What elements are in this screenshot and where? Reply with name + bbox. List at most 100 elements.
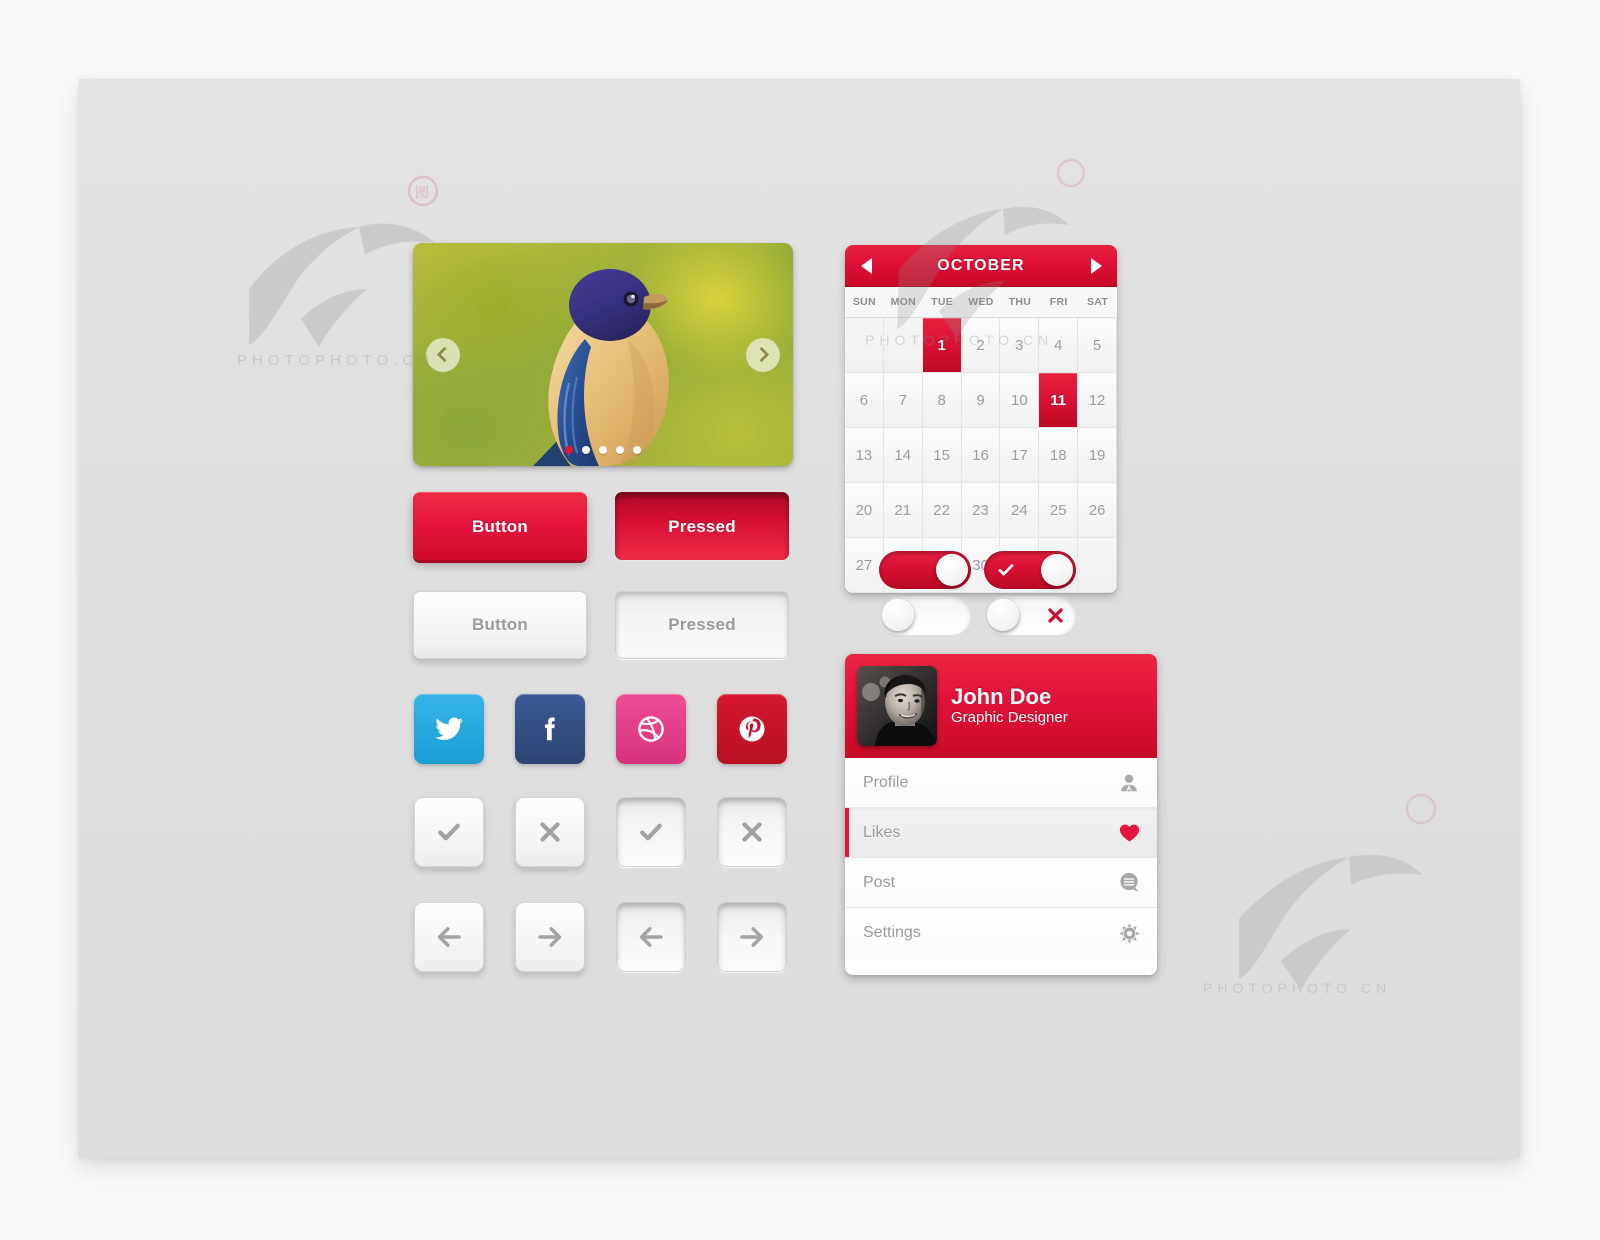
calendar-day[interactable]: 23 [961, 483, 1001, 538]
arrow-right-button-normal[interactable] [515, 902, 585, 972]
calendar-day[interactable]: 10 [1000, 373, 1040, 428]
social-button-dribbble[interactable] [616, 694, 686, 764]
menu-item-likes[interactable]: Likes [845, 808, 1157, 858]
menu-item-label: Profile [863, 773, 909, 791]
arrow-left-icon [437, 927, 461, 947]
menu-item-profile[interactable]: Profile [845, 758, 1157, 808]
toggle-on-plain[interactable] [879, 551, 971, 589]
carousel-dot[interactable] [599, 446, 607, 454]
calendar-day[interactable]: 14 [883, 428, 923, 483]
social-button-pinterest[interactable] [717, 694, 787, 764]
carousel-dots[interactable] [565, 446, 641, 454]
chevron-right-icon [753, 346, 770, 363]
image-carousel[interactable] [413, 243, 793, 466]
toggle-on-check[interactable] [984, 551, 1076, 589]
calendar-day[interactable]: 13 [845, 428, 884, 483]
calendar-day[interactable]: 7 [883, 373, 923, 428]
check-icon [640, 823, 662, 841]
arrow-left-button-normal[interactable] [414, 902, 484, 972]
calendar-next-button[interactable] [1083, 253, 1109, 279]
calendar-day[interactable]: 2 [961, 318, 1001, 373]
pinterest-icon [739, 716, 765, 742]
calendar-day[interactable]: 8 [922, 373, 962, 428]
carousel-dot[interactable] [565, 446, 573, 454]
calendar-month-label: OCTOBER [937, 256, 1025, 274]
check-button-normal[interactable] [414, 797, 484, 867]
carousel-next-button[interactable] [746, 337, 780, 372]
user-icon [1117, 771, 1141, 795]
check-button-pressed[interactable] [616, 797, 686, 867]
svg-text:图: 图 [415, 186, 429, 201]
calendar-day[interactable]: 19 [1078, 428, 1117, 483]
calendar-day[interactable]: 5 [1078, 318, 1117, 373]
calendar-day[interactable]: 6 [845, 373, 884, 428]
calendar-day-name: MON [890, 296, 916, 308]
calendar-day[interactable]: 24 [1000, 483, 1040, 538]
profile-role: Graphic Designer [951, 708, 1068, 726]
calendar-day[interactable]: 3 [1000, 318, 1040, 373]
calendar-widget[interactable]: OCTOBER SUN MON TUE WED THU FRI SAT 1234567891… [845, 245, 1117, 593]
twitter-icon [435, 717, 464, 740]
calendar-day[interactable]: 17 [1000, 428, 1040, 483]
calendar-day[interactable]: 25 [1039, 483, 1079, 538]
avatar [857, 666, 937, 746]
menu-item-settings[interactable]: Settings [845, 908, 1157, 958]
profile-name: John Doe [951, 683, 1052, 709]
calendar-day[interactable]: 12 [1078, 373, 1117, 428]
calendar-day-empty [1078, 538, 1117, 593]
check-icon [997, 551, 1015, 589]
toggle-knob [882, 599, 914, 631]
calendar-day[interactable]: 20 [845, 483, 884, 538]
calendar-day[interactable]: 22 [922, 483, 962, 538]
profile-identity: John Doe Graphic Designer [951, 683, 1068, 728]
carousel-dot[interactable] [582, 446, 590, 454]
calendar-day-name: WED [968, 296, 994, 308]
calendar-day[interactable]: 18 [1039, 428, 1079, 483]
calendar-day[interactable]: 4 [1039, 318, 1079, 373]
calendar-day-name: SAT [1087, 296, 1109, 308]
close-button-normal[interactable] [515, 797, 585, 867]
chevron-left-icon [436, 346, 453, 363]
close-button-pressed[interactable] [717, 797, 787, 867]
calendar-day-name: SUN [852, 296, 876, 308]
toggle-off-cross[interactable] [984, 596, 1076, 634]
svg-text:PHOTOPHOTO.CN: PHOTOPHOTO.CN [237, 352, 434, 369]
calendar-day-grid[interactable]: 1 2 3 4 5 6 7 8 9 10 11 12 13 14 15 16 17 18 19 20 21 22 23 24 2… [845, 317, 1117, 593]
toggle-off-plain[interactable] [879, 596, 971, 634]
arrow-right-button-pressed[interactable] [717, 902, 787, 972]
calendar-day-name: THU [1008, 296, 1032, 308]
toggle-knob [1041, 554, 1073, 586]
bird-illustration [533, 269, 669, 466]
close-icon [540, 822, 560, 842]
social-button-twitter[interactable] [414, 694, 484, 764]
arrow-right-icon [740, 927, 764, 947]
social-button-facebook[interactable] [515, 694, 585, 764]
calendar-day-selected[interactable]: 1 [922, 318, 962, 373]
triangle-right-icon [1090, 257, 1102, 274]
profile-header: John Doe Graphic Designer [845, 654, 1157, 758]
carousel-dot[interactable] [616, 446, 624, 454]
primary-button-pressed[interactable]: Pressed [615, 492, 789, 560]
calendar-day[interactable]: 15 [922, 428, 962, 483]
calendar-prev-button[interactable] [853, 253, 879, 279]
toggle-knob [987, 599, 1019, 631]
calendar-header: OCTOBER [845, 245, 1117, 287]
calendar-day-name: FRI [1049, 296, 1068, 308]
menu-item-post[interactable]: Post [845, 858, 1157, 908]
button-label: Pressed [668, 615, 736, 634]
calendar-day[interactable]: 9 [961, 373, 1001, 428]
calendar-day-empty [845, 318, 884, 373]
calendar-day[interactable]: 27 [845, 538, 884, 593]
calendar-day-selected[interactable]: 11 [1039, 373, 1079, 428]
facebook-icon [545, 717, 555, 741]
calendar-day[interactable]: 26 [1078, 483, 1117, 538]
arrow-left-button-pressed[interactable] [616, 902, 686, 972]
secondary-button-normal[interactable]: Button [413, 591, 587, 659]
carousel-prev-button[interactable] [426, 337, 460, 372]
button-label: Button [472, 516, 528, 536]
primary-button-normal[interactable]: Button [413, 492, 587, 560]
calendar-day[interactable]: 16 [961, 428, 1001, 483]
carousel-dot[interactable] [633, 446, 641, 454]
calendar-day[interactable]: 21 [883, 483, 923, 538]
secondary-button-pressed[interactable]: Pressed [615, 591, 789, 659]
